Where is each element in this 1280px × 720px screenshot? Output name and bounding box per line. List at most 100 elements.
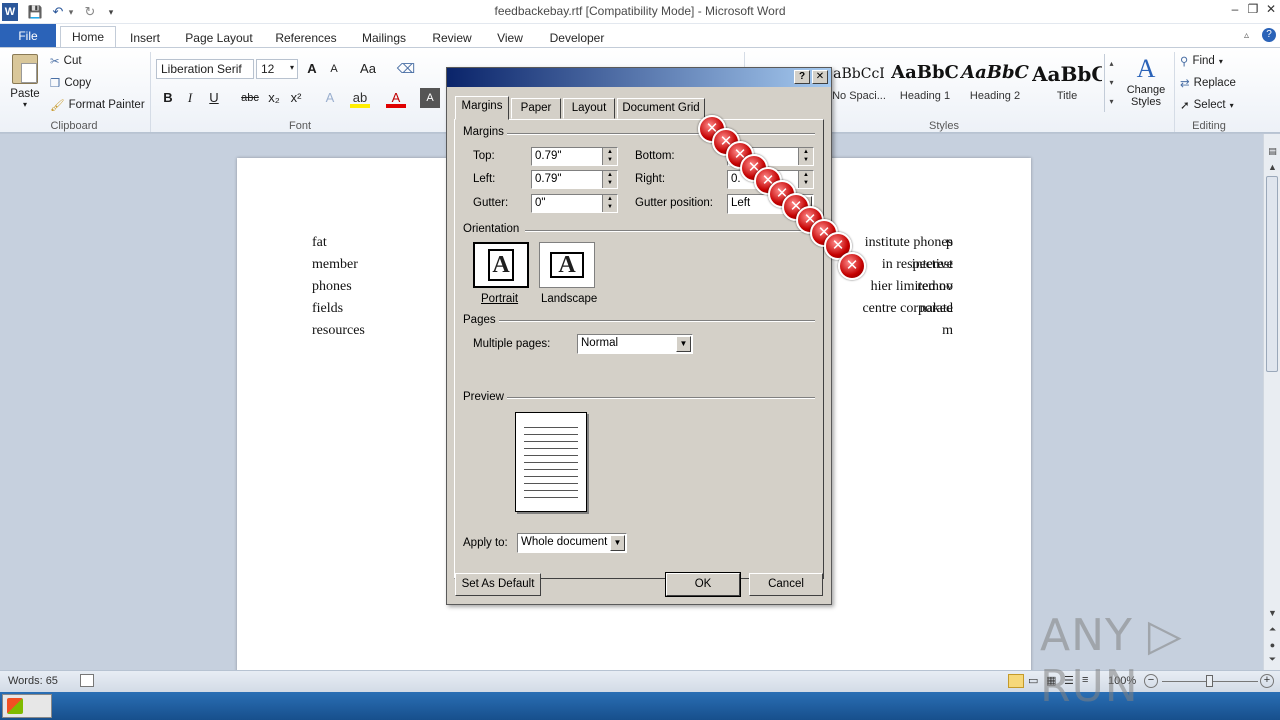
ok-button[interactable]: OK bbox=[665, 572, 741, 597]
chevron-down-icon: ▾ bbox=[1229, 100, 1234, 110]
multiple-pages-dropdown[interactable]: Normal ▼ bbox=[577, 334, 693, 354]
landscape-label: Landscape bbox=[541, 293, 598, 305]
styles-scroll-icon[interactable]: ▴ ▾ ▾ bbox=[1104, 54, 1118, 112]
gutter-position-label: Gutter position: bbox=[635, 197, 713, 209]
font-name-combo[interactable]: Liberation Serif bbox=[156, 59, 254, 79]
minimize-ribbon-icon[interactable]: ▵ bbox=[1244, 30, 1249, 41]
apply-to-label: Apply to: bbox=[463, 537, 508, 549]
spinner-arrows-icon[interactable]: ▲ ▼ bbox=[798, 148, 813, 165]
tab-paper[interactable]: Paper bbox=[511, 98, 561, 119]
style-name: Heading 1 bbox=[899, 90, 951, 102]
superscript-button[interactable]: x² bbox=[286, 88, 306, 108]
line-text-right: centre corporate bbox=[862, 301, 953, 316]
close-button[interactable]: ✕ bbox=[1262, 2, 1280, 18]
apply-to-dropdown[interactable]: Whole document ▼ bbox=[517, 533, 627, 553]
cut-button[interactable]: ✂ Cut bbox=[50, 54, 82, 68]
chevron-down-icon[interactable]: ▼ bbox=[676, 336, 691, 352]
copy-button[interactable]: ❐ Copy bbox=[50, 76, 91, 90]
tab-layout[interactable]: Layout bbox=[563, 98, 615, 119]
tab-document-grid[interactable]: Document Grid bbox=[617, 98, 705, 119]
ruler-toggle-icon[interactable]: ▤ bbox=[1266, 146, 1279, 159]
landscape-option[interactable]: A bbox=[539, 242, 595, 288]
tab-page-layout[interactable]: Page Layout bbox=[180, 28, 258, 48]
character-shading-icon[interactable]: A bbox=[420, 88, 440, 108]
style-name: No Spaci... bbox=[832, 90, 886, 102]
start-button[interactable] bbox=[2, 694, 52, 718]
italic-button[interactable]: I bbox=[180, 88, 200, 108]
style-heading-2[interactable]: AaBbC Heading 2 bbox=[960, 56, 1030, 112]
landscape-page-icon: A bbox=[550, 252, 584, 278]
gutter-input[interactable]: 0" ▲ ▼ bbox=[531, 194, 618, 213]
clear-formatting-icon[interactable]: ⌫ bbox=[396, 59, 416, 79]
grow-font-button[interactable]: A bbox=[302, 59, 322, 79]
spinner-arrows-icon[interactable]: ▲ ▼ bbox=[798, 171, 813, 188]
paste-button[interactable]: Paste ▾ bbox=[8, 54, 42, 112]
shrink-font-button[interactable]: A bbox=[324, 59, 344, 79]
left-margin-input[interactable]: 0.79" ▲ ▼ bbox=[531, 170, 618, 189]
strikethrough-button[interactable]: abc bbox=[238, 88, 262, 108]
format-painter-label: Format Painter bbox=[68, 99, 145, 111]
cancel-button[interactable]: Cancel bbox=[749, 573, 823, 596]
tab-insert[interactable]: Insert bbox=[122, 28, 168, 48]
tab-home[interactable]: Home bbox=[60, 26, 116, 49]
left-margin-label: Left: bbox=[473, 173, 496, 185]
font-size-combo[interactable]: 12 ▾ bbox=[256, 59, 298, 79]
subscript-button[interactable]: x₂ bbox=[264, 88, 284, 108]
spinner-arrows-icon[interactable]: ▲ ▼ bbox=[602, 148, 617, 165]
spinner-arrows-icon[interactable]: ▲ ▼ bbox=[602, 195, 617, 212]
style-title[interactable]: AaBbC Title bbox=[1032, 56, 1102, 112]
find-label: Find bbox=[1192, 55, 1215, 67]
minimize-button[interactable]: – bbox=[1226, 2, 1244, 18]
select-button[interactable]: ➚ Select ▾ bbox=[1180, 98, 1234, 112]
scroll-up-icon[interactable]: ▲ bbox=[1266, 162, 1279, 175]
clipboard-group-label: Clipboard bbox=[50, 120, 98, 132]
text-effects-icon[interactable]: A bbox=[320, 88, 340, 108]
top-margin-input[interactable]: 0.79" ▲ ▼ bbox=[531, 147, 618, 166]
gutter-label: Gutter: bbox=[473, 197, 509, 209]
dialog-close-button[interactable]: ✕ bbox=[812, 70, 828, 84]
tab-review[interactable]: Review bbox=[426, 28, 478, 48]
tab-file[interactable]: File bbox=[0, 24, 56, 48]
set-as-default-button[interactable]: Set As Default bbox=[455, 573, 541, 596]
tab-mailings[interactable]: Mailings bbox=[354, 28, 414, 48]
error-icon[interactable]: ✕ bbox=[838, 252, 866, 280]
style-no-spacing[interactable]: aBbCcI No Spaci... bbox=[824, 56, 894, 112]
find-button[interactable]: ⚲ Find ▾ bbox=[1180, 54, 1223, 68]
group-divider bbox=[150, 52, 151, 132]
dialog-help-button[interactable]: ? bbox=[794, 70, 810, 84]
full-screen-reading-icon[interactable]: ▭ bbox=[1028, 674, 1038, 687]
watermark-logo: ANY ▷ RUN bbox=[1040, 610, 1183, 712]
vertical-scrollbar[interactable]: ▤ ▲ ▼ ⏶ ● ⏷ bbox=[1263, 134, 1280, 670]
ribbon-tabs: File Home Insert Page Layout References … bbox=[0, 24, 1280, 49]
font-color-button[interactable]: A bbox=[386, 88, 406, 108]
proofing-icon[interactable] bbox=[80, 674, 94, 687]
tab-references[interactable]: References bbox=[270, 28, 342, 48]
chevron-down-icon[interactable]: ▼ bbox=[610, 535, 625, 551]
underline-button[interactable]: U bbox=[204, 88, 224, 108]
change-styles-button[interactable]: A Change Styles bbox=[1122, 54, 1170, 114]
replace-label: Replace bbox=[1193, 77, 1236, 89]
replace-button[interactable]: ⇄ Replace bbox=[1180, 76, 1236, 90]
tab-margins[interactable]: Margins bbox=[455, 96, 509, 120]
highlight-icon[interactable]: ab bbox=[350, 88, 370, 108]
restore-button[interactable]: ❐ bbox=[1244, 2, 1262, 18]
change-case-button[interactable]: Aa bbox=[356, 59, 380, 79]
tab-developer[interactable]: Developer bbox=[544, 28, 610, 48]
bold-button[interactable]: B bbox=[158, 88, 178, 108]
copy-icon: ❐ bbox=[50, 78, 61, 90]
title-bar: W 💾 ↶ ▾ ↻ ▾ feedbackebay.rtf [Compatibil… bbox=[0, 0, 1280, 24]
print-layout-icon[interactable] bbox=[1008, 674, 1024, 688]
portrait-option[interactable]: A bbox=[473, 242, 529, 288]
style-heading-1[interactable]: AaBbC Heading 1 bbox=[890, 56, 960, 112]
preview-section-label: Preview bbox=[463, 391, 504, 403]
page-preview-thumbnail bbox=[515, 412, 587, 512]
scrollbar-thumb[interactable] bbox=[1266, 176, 1278, 372]
tab-view[interactable]: View bbox=[490, 28, 530, 48]
word-count[interactable]: Words: 65 bbox=[8, 675, 58, 687]
line-text-right: in respective bbox=[881, 257, 953, 272]
help-icon[interactable]: ? bbox=[1262, 28, 1276, 42]
spinner-arrows-icon[interactable]: ▲ ▼ bbox=[602, 171, 617, 188]
format-painter-button[interactable]: 🖌 Format Painter bbox=[50, 98, 145, 112]
paste-label: Paste bbox=[10, 88, 40, 100]
change-styles-label: Change Styles bbox=[1126, 84, 1166, 108]
